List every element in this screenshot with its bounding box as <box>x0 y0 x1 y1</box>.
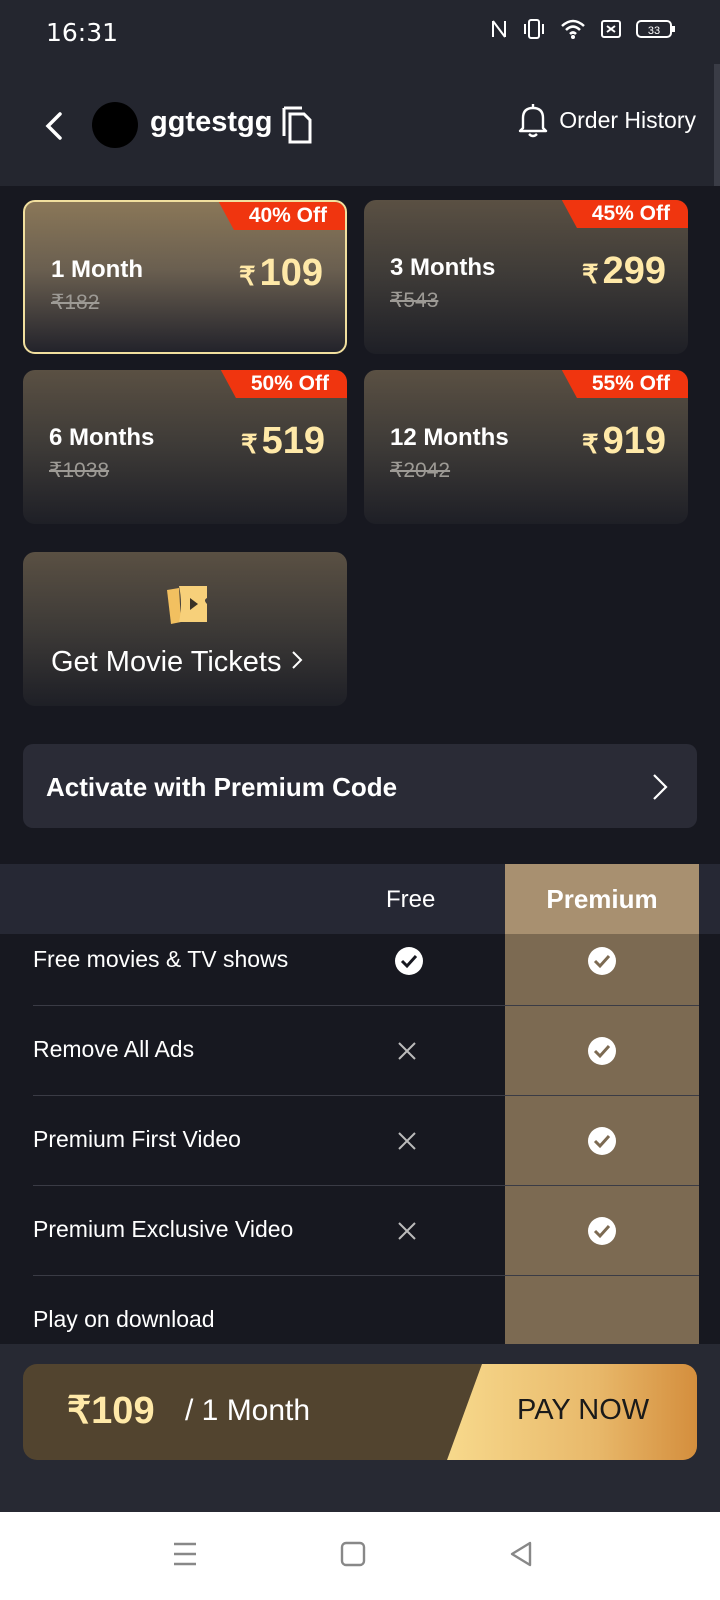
home-icon[interactable] <box>340 1540 366 1568</box>
plan-card-3-months[interactable]: 45% Off 3 Months ₹543 ₹299 <box>364 200 688 354</box>
pay-summary: ₹109 / 1 Month PAY NOW <box>23 1364 697 1460</box>
order-history-button[interactable]: Order History <box>517 102 696 138</box>
row-divider <box>33 1095 699 1096</box>
plan-name: 12 Months <box>390 424 509 451</box>
row-divider <box>33 1185 699 1186</box>
plan-price: ₹109 <box>239 252 323 295</box>
discount-badge: 55% Off <box>561 370 688 398</box>
sim-off-icon <box>601 20 621 38</box>
movie-tickets-label: Get Movie Tickets <box>51 646 304 679</box>
header: ggtestgg Order History <box>0 64 720 186</box>
plan-price-value: 109 <box>259 252 323 294</box>
currency-symbol: ₹ <box>241 429 258 459</box>
order-history-label: Order History <box>559 106 696 133</box>
plan-name: 3 Months <box>390 254 496 281</box>
feature-label: Remove All Ads <box>33 1036 195 1062</box>
check-icon <box>588 947 616 975</box>
plan-original-price: ₹543 <box>390 289 439 312</box>
pay-bar: ₹109 / 1 Month PAY NOW <box>0 1344 720 1512</box>
column-header-premium: Premium <box>546 884 658 914</box>
row-divider <box>33 1005 699 1006</box>
discount-badge: 40% Off <box>218 202 345 230</box>
username: ggtestgg <box>150 106 273 138</box>
check-icon <box>395 947 423 975</box>
plan-card-12-months[interactable]: 55% Off 12 Months ₹2042 ₹919 <box>364 370 688 524</box>
svg-text:33: 33 <box>648 25 660 37</box>
row-divider <box>33 1275 699 1276</box>
chevron-right-icon <box>653 774 668 800</box>
pay-now-label: PAY NOW <box>517 1394 650 1426</box>
menu-icon[interactable] <box>172 1540 198 1568</box>
activate-premium-code-button[interactable]: Activate with Premium Code <box>23 744 697 828</box>
premium-column <box>505 864 699 1344</box>
wifi-icon <box>561 19 585 39</box>
pay-period: / 1 Month <box>185 1394 311 1427</box>
cross-icon <box>398 1132 416 1150</box>
status-icons: 33 <box>490 18 676 40</box>
plan-price: ₹299 <box>582 250 666 293</box>
column-header-free: Free <box>386 886 436 913</box>
check-icon <box>588 1037 616 1065</box>
vibrate-icon <box>524 19 544 39</box>
battery-icon: 33 <box>636 20 675 38</box>
plan-price: ₹919 <box>582 420 666 463</box>
premium-code-label: Activate with Premium Code <box>46 772 398 802</box>
system-nav-bar <box>0 1512 720 1600</box>
discount-badge: 45% Off <box>561 200 688 228</box>
cross-icon <box>398 1042 416 1060</box>
pay-now-button[interactable]: PAY NOW <box>447 1364 697 1460</box>
status-bar: 16:31 33 <box>0 0 720 64</box>
plan-original-price: ₹182 <box>51 291 100 314</box>
back-arrow-icon[interactable] <box>38 106 70 146</box>
plan-original-price: ₹2042 <box>390 459 451 482</box>
movie-ticket-icon <box>167 586 207 624</box>
copy-icon[interactable] <box>280 102 314 144</box>
cross-icon <box>398 1222 416 1240</box>
currency-symbol: ₹ <box>239 261 256 291</box>
plan-price-value: 519 <box>261 420 325 462</box>
movie-tickets-card[interactable]: Get Movie Tickets <box>23 552 347 706</box>
scrollbar <box>714 64 720 186</box>
movie-tickets-text: Get Movie Tickets <box>51 646 282 678</box>
plan-card-1-month[interactable]: 40% Off 1 Month ₹182 ₹109 <box>23 200 347 354</box>
currency-symbol: ₹ <box>582 259 599 289</box>
check-icon <box>588 1127 616 1155</box>
feature-label: Free movies & TV shows <box>33 946 289 972</box>
plan-price-value: 299 <box>602 250 666 292</box>
plan-price: ₹519 <box>241 420 325 463</box>
plan-card-6-months[interactable]: 50% Off 6 Months ₹1038 ₹519 <box>23 370 347 524</box>
plan-name: 6 Months <box>49 424 155 451</box>
check-icon <box>588 1217 616 1245</box>
plan-original-price: ₹1038 <box>49 459 110 482</box>
chevron-right-icon <box>291 651 302 669</box>
bell-icon <box>519 104 548 138</box>
nfc-icon <box>492 20 506 38</box>
plan-price-value: 919 <box>602 420 666 462</box>
status-time: 16:31 <box>46 18 119 47</box>
discount-badge: 50% Off <box>220 370 347 398</box>
plan-name: 1 Month <box>51 256 143 283</box>
currency-symbol: ₹ <box>582 429 599 459</box>
feature-comparison-table: Free Premium Free movies & TV shows Remo… <box>0 864 720 1344</box>
back-icon[interactable] <box>508 1540 534 1568</box>
feature-label: Premium Exclusive Video <box>33 1216 294 1242</box>
feature-label: Play on download <box>33 1306 215 1332</box>
pay-amount: ₹109 <box>67 1390 155 1432</box>
avatar[interactable] <box>92 102 138 148</box>
feature-label: Premium First Video <box>33 1126 241 1152</box>
